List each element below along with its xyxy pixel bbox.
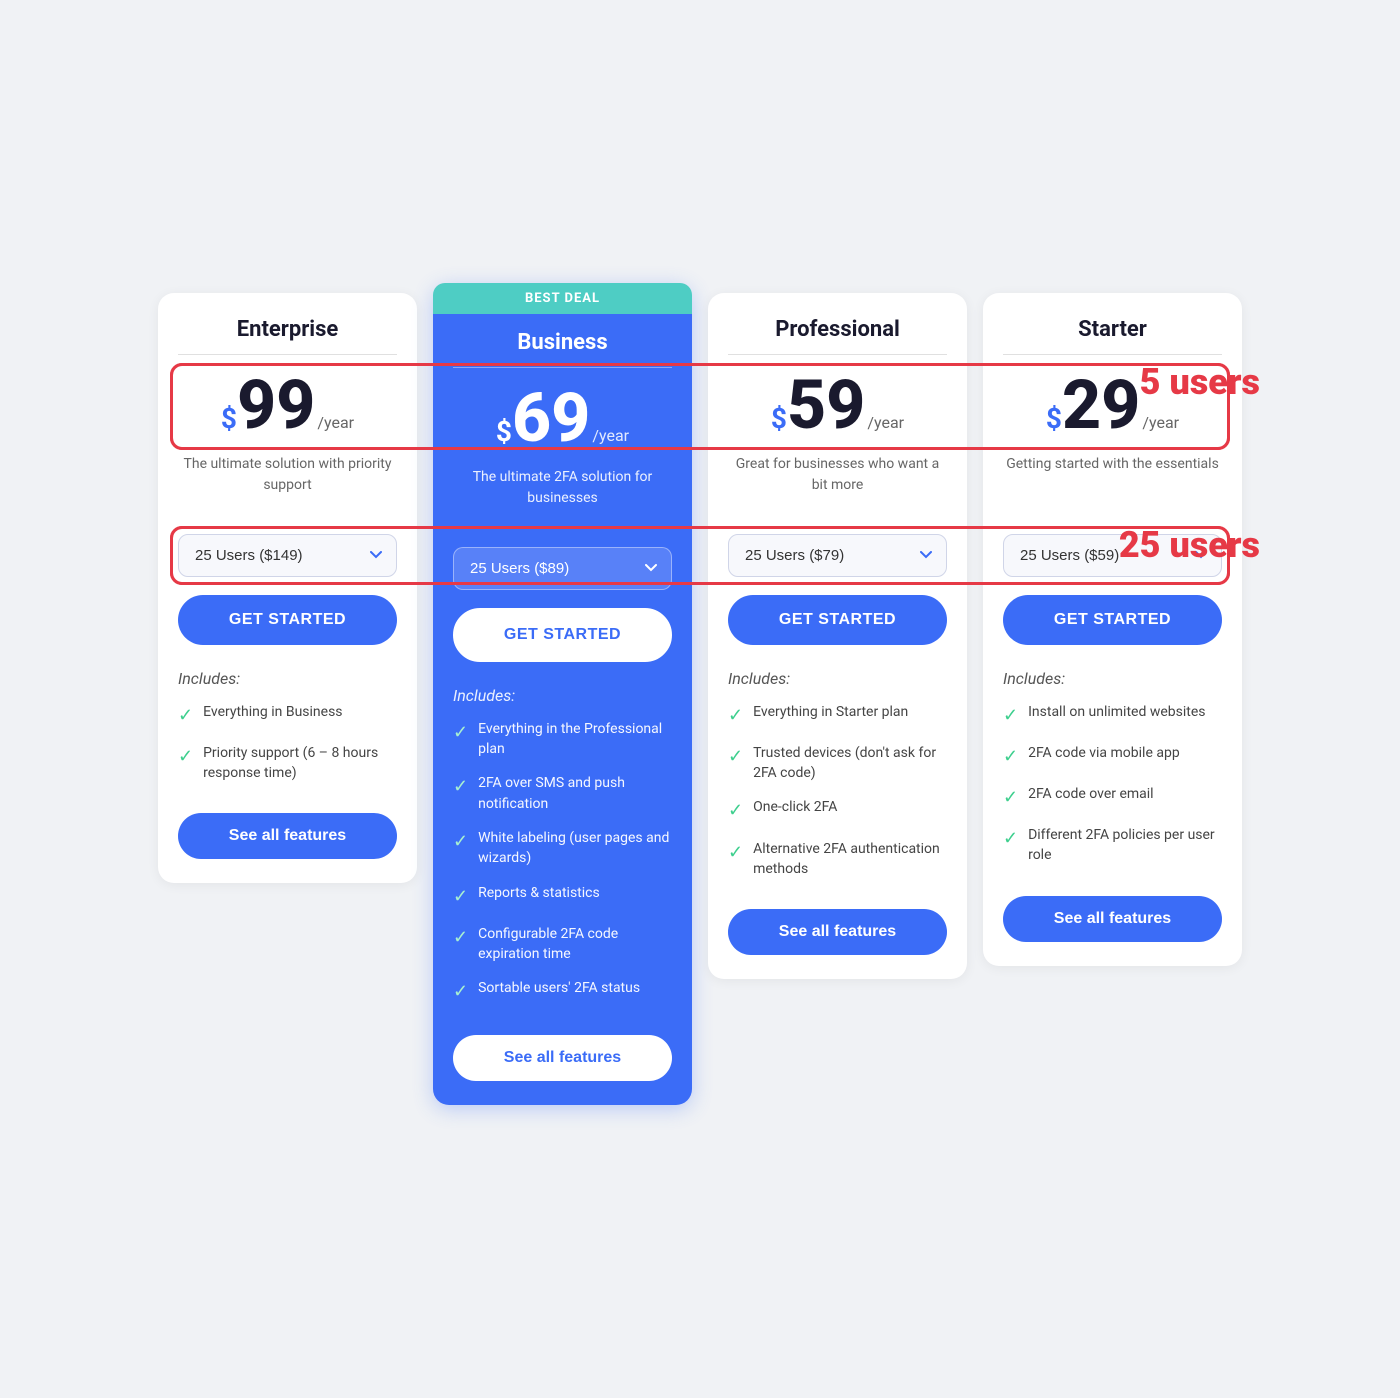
pricing-grid: Enterprise $ 99 /year The ultimate solut…	[150, 293, 1250, 1106]
feature-item: ✓ Trusted devices (don't ask for 2FA cod…	[728, 743, 947, 784]
feature-item: ✓ 2FA code over email	[1003, 784, 1222, 811]
feature-item: ✓ Different 2FA policies per user role	[1003, 825, 1222, 866]
see-all-button-enterprise[interactable]: See all features	[178, 813, 397, 859]
price-period-starter: /year	[1142, 413, 1179, 432]
includes-label-enterprise: Includes:	[178, 669, 397, 688]
feature-text: Everything in Business	[203, 702, 342, 722]
feature-item: ✓ Configurable 2FA code expiration time	[453, 924, 672, 965]
plan-name-starter: Starter	[1003, 317, 1222, 342]
plan-card-starter: Starter $ 29 /year Getting started with …	[983, 293, 1242, 966]
plan-card-business: BEST DEAL Business $ 69 /year The ultimat…	[433, 283, 692, 1106]
plan-description-professional: Great for businesses who want a bit more	[728, 454, 947, 514]
check-icon: ✓	[178, 744, 193, 770]
price-period-enterprise: /year	[317, 413, 354, 432]
includes-label-starter: Includes:	[1003, 669, 1222, 688]
feature-item: ✓ Everything in the Professional plan	[453, 719, 672, 760]
plan-description-enterprise: The ultimate solution with priority supp…	[178, 454, 397, 514]
price-dollar-enterprise: $	[221, 405, 237, 433]
price-dollar-business: $	[496, 418, 512, 446]
feature-item: ✓ 2FA over SMS and push notification	[453, 773, 672, 814]
get-started-button-professional[interactable]: GET STARTED	[728, 595, 947, 645]
user-select-starter[interactable]: 25 Users ($59)5 Users ($29)10 Users ($49…	[1003, 534, 1222, 577]
get-started-button-enterprise[interactable]: GET STARTED	[178, 595, 397, 645]
price-amount-starter: 29	[1062, 371, 1140, 439]
price-amount-professional: 59	[787, 371, 865, 439]
check-icon: ✓	[1003, 785, 1018, 811]
check-icon: ✓	[728, 798, 743, 824]
price-period-business: /year	[592, 426, 629, 445]
user-select-business[interactable]: 25 Users ($89)5 Users ($69)10 Users ($79…	[453, 547, 672, 590]
includes-label-professional: Includes:	[728, 669, 947, 688]
plan-name-business: Business	[453, 330, 672, 355]
feature-list-professional: ✓ Everything in Starter plan ✓ Trusted d…	[728, 702, 947, 879]
feature-item: ✓ Sortable users' 2FA status	[453, 978, 672, 1005]
includes-label-business: Includes:	[453, 686, 672, 705]
check-icon: ✓	[178, 703, 193, 729]
feature-list-starter: ✓ Install on unlimited websites ✓ 2FA co…	[1003, 702, 1222, 866]
pricing-container: Enterprise $ 99 /year The ultimate solut…	[150, 293, 1250, 1106]
feature-text: Priority support (6 – 8 hours response t…	[203, 743, 397, 784]
feature-item: ✓ Everything in Business	[178, 702, 397, 729]
check-icon: ✓	[728, 840, 743, 866]
best-deal-badge: BEST DEAL	[433, 283, 692, 314]
user-select-enterprise[interactable]: 25 Users ($149)5 Users ($99)10 Users ($1…	[178, 534, 397, 577]
check-icon: ✓	[453, 979, 468, 1005]
check-icon: ✓	[728, 744, 743, 770]
feature-item: ✓ Alternative 2FA authentication methods	[728, 839, 947, 880]
feature-item: ✓ Reports & statistics	[453, 883, 672, 910]
price-amount-enterprise: 99	[237, 371, 315, 439]
feature-text: Reports & statistics	[478, 883, 600, 903]
check-icon: ✓	[453, 720, 468, 746]
plan-description-starter: Getting started with the essentials	[1003, 454, 1222, 514]
feature-item: ✓ One-click 2FA	[728, 797, 947, 824]
feature-item: ✓ White labeling (user pages and wizards…	[453, 828, 672, 869]
plan-card-enterprise: Enterprise $ 99 /year The ultimate solut…	[158, 293, 417, 884]
price-dollar-starter: $	[1046, 405, 1062, 433]
get-started-button-starter[interactable]: GET STARTED	[1003, 595, 1222, 645]
feature-text: Different 2FA policies per user role	[1028, 825, 1222, 866]
price-section-professional: $ 59 /year	[728, 371, 947, 442]
feature-text: White labeling (user pages and wizards)	[478, 828, 672, 869]
price-section-enterprise: $ 99 /year	[178, 371, 397, 442]
price-period-professional: /year	[867, 413, 904, 432]
feature-text: 2FA code via mobile app	[1028, 743, 1180, 763]
feature-text: Everything in the Professional plan	[478, 719, 672, 760]
see-all-button-starter[interactable]: See all features	[1003, 896, 1222, 942]
see-all-button-professional[interactable]: See all features	[728, 909, 947, 955]
price-dollar-professional: $	[771, 405, 787, 433]
feature-item: ✓ Everything in Starter plan	[728, 702, 947, 729]
check-icon: ✓	[1003, 703, 1018, 729]
feature-text: 2FA over SMS and push notification	[478, 773, 672, 814]
feature-list-business: ✓ Everything in the Professional plan ✓ …	[453, 719, 672, 1006]
user-select-professional[interactable]: 25 Users ($79)5 Users ($59)10 Users ($69…	[728, 534, 947, 577]
plan-card-professional: Professional $ 59 /year Great for busine…	[708, 293, 967, 979]
check-icon: ✓	[453, 925, 468, 951]
check-icon: ✓	[1003, 744, 1018, 770]
price-amount-business: 69	[512, 384, 590, 452]
price-section-business: $ 69 /year	[453, 384, 672, 455]
check-icon: ✓	[453, 829, 468, 855]
feature-text: Install on unlimited websites	[1028, 702, 1205, 722]
plan-name-professional: Professional	[728, 317, 947, 342]
feature-item: ✓ Priority support (6 – 8 hours response…	[178, 743, 397, 784]
feature-list-enterprise: ✓ Everything in Business ✓ Priority supp…	[178, 702, 397, 784]
check-icon: ✓	[453, 884, 468, 910]
feature-text: Configurable 2FA code expiration time	[478, 924, 672, 965]
feature-item: ✓ Install on unlimited websites	[1003, 702, 1222, 729]
feature-text: One-click 2FA	[753, 797, 837, 817]
price-section-starter: $ 29 /year	[1003, 371, 1222, 442]
feature-item: ✓ 2FA code via mobile app	[1003, 743, 1222, 770]
plan-name-enterprise: Enterprise	[178, 317, 397, 342]
check-icon: ✓	[453, 774, 468, 800]
feature-text: 2FA code over email	[1028, 784, 1154, 804]
feature-text: Everything in Starter plan	[753, 702, 908, 722]
see-all-button-business[interactable]: See all features	[453, 1035, 672, 1081]
feature-text: Alternative 2FA authentication methods	[753, 839, 947, 880]
get-started-button-business[interactable]: GET STARTED	[453, 608, 672, 662]
check-icon: ✓	[1003, 826, 1018, 852]
feature-text: Trusted devices (don't ask for 2FA code)	[753, 743, 947, 784]
feature-text: Sortable users' 2FA status	[478, 978, 640, 998]
plan-description-business: The ultimate 2FA solution for businesses	[453, 467, 672, 527]
check-icon: ✓	[728, 703, 743, 729]
